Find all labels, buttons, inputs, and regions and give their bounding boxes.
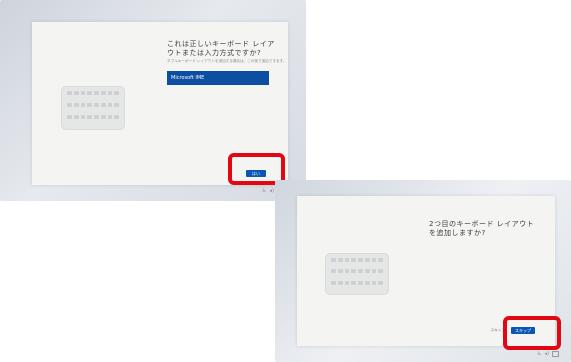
system-tray: ♿ ◂) [537, 351, 559, 357]
layout-list-item-selected[interactable]: Microsoft IME [167, 71, 269, 85]
volume-icon[interactable]: ◂) [269, 188, 273, 194]
red-highlight-box [503, 316, 561, 350]
add-layout-button[interactable]: スキップ [475, 327, 505, 334]
screenshot-keyboard-layout-confirm: これは正しいキーボード レイアウトまたは入力方式ですか? ダブルキーボード レイ… [0, 0, 306, 201]
accessibility-icon[interactable]: ♿ [262, 188, 266, 194]
keyboard-illustration-icon [325, 253, 389, 295]
tray-box-icon[interactable] [551, 351, 559, 357]
page-title: これは正しいキーボード レイアウトまたは入力方式ですか? [167, 40, 275, 57]
page-title: 2つ目のキーボード レイアウトを追加しますか? [429, 220, 535, 237]
keyboard-illustration-icon [61, 86, 125, 130]
accessibility-icon[interactable]: ♿ [537, 351, 541, 357]
volume-icon[interactable]: ◂) [544, 351, 548, 357]
page-subtitle: ダブルキーボード レイアウトを追加する場合は、この後で追加できます。 [167, 59, 287, 63]
screenshot-add-second-layout: 2つ目のキーボード レイアウトを追加しますか? スキップ スキップ ♿ ◂) [275, 180, 571, 362]
